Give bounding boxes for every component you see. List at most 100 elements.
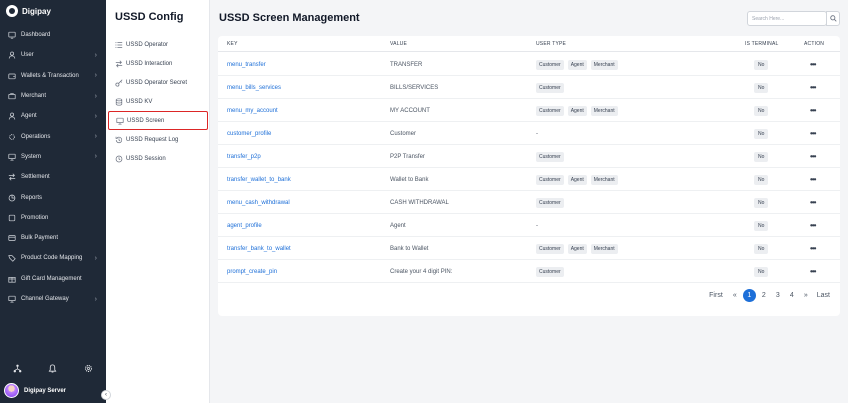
sidebar-item-wallets-transaction[interactable]: Wallets & Transaction ›	[0, 66, 106, 86]
subnav-item-ussd-operator[interactable]: USSD Operator	[108, 35, 208, 54]
user-name: Digipay Server	[24, 387, 67, 394]
bell-icon[interactable]	[48, 363, 57, 375]
subnav-item-label: USSD Session	[126, 155, 166, 162]
sidebar-item-merchant[interactable]: Merchant ›	[0, 86, 106, 106]
sidebar-item-reports[interactable]: Reports	[0, 187, 106, 207]
key-link[interactable]: agent_profile	[227, 214, 262, 237]
subnav-item-ussd-request-log[interactable]: USSD Request Log	[108, 130, 208, 149]
key-icon	[115, 79, 123, 87]
table-row[interactable]: transfer_wallet_to_bank Wallet to Bank Cus…	[218, 168, 840, 191]
pagination-page[interactable]: 2	[758, 289, 770, 302]
more-actions-icon[interactable]: •••	[810, 76, 816, 99]
sidebar-item-gift-card-management[interactable]: Gift Card Management	[0, 269, 106, 289]
subnav-item-ussd-kv[interactable]: USSD KV	[108, 92, 208, 111]
column-header-value[interactable]: VALUE	[390, 41, 407, 47]
sidebar-item-bulk-payment[interactable]: Bulk Payment	[0, 228, 106, 248]
sidebar-item-product-code-mapping[interactable]: Product Code Mapping ›	[0, 248, 106, 268]
key-link[interactable]: transfer_p2p	[227, 145, 261, 168]
more-actions-icon[interactable]: •••	[810, 53, 816, 76]
user-type-cell: -	[536, 122, 538, 145]
search-button[interactable]	[826, 11, 840, 26]
sidebar-item-operations[interactable]: Operations ›	[0, 126, 106, 146]
sidebar-item-system[interactable]: System ›	[0, 147, 106, 167]
more-actions-icon[interactable]: •••	[810, 214, 816, 237]
is-terminal-badge: No	[754, 151, 769, 162]
user-type-badge: Agent	[567, 105, 587, 116]
chevron-right-icon: ›	[94, 254, 97, 262]
user-type-cell: Customer	[536, 191, 564, 214]
more-actions-icon[interactable]: •••	[810, 122, 816, 145]
brand-name: Digipay	[22, 6, 51, 16]
table-row[interactable]: menu_bills_services BILLS/SERVICES Custome…	[218, 76, 840, 99]
subnav-item-ussd-session[interactable]: USSD Session	[108, 149, 208, 168]
product-code-icon	[8, 254, 16, 263]
more-actions-icon[interactable]: •••	[810, 168, 816, 191]
more-actions-icon[interactable]: •••	[810, 237, 816, 260]
table-row[interactable]: menu_my_account MY ACCOUNT Customer Agent Me…	[218, 99, 840, 122]
pagination-page[interactable]: 3	[772, 289, 784, 302]
key-link[interactable]: customer_profile	[227, 122, 271, 145]
reports-icon	[8, 194, 16, 202]
pagination-next-icon[interactable]: »	[800, 289, 812, 302]
subnav-item-label: USSD KV	[126, 98, 153, 105]
more-actions-icon[interactable]: •••	[810, 260, 816, 283]
operations-icon	[8, 133, 16, 141]
sidebar-item-dashboard[interactable]: Dashboard	[0, 25, 106, 45]
pagination-last[interactable]: Last	[817, 289, 830, 302]
pagination-prev-icon[interactable]: «	[729, 289, 741, 302]
chevron-right-icon: ›	[94, 295, 97, 303]
subnav-item-label: USSD Interaction	[126, 60, 173, 67]
table-row[interactable]: transfer_bank_to_wallet Bank to Wallet Cus…	[218, 237, 840, 260]
table-row[interactable]: menu_transfer TRANSFER Customer Agent Mercha…	[218, 53, 840, 76]
is-terminal-cell: No	[754, 76, 769, 99]
more-actions-icon[interactable]: •••	[810, 99, 816, 122]
key-link[interactable]: menu_cash_withdrawal	[227, 191, 290, 214]
avatar	[4, 383, 19, 398]
table-row[interactable]: menu_cash_withdrawal CASH WITHDRAWAL Custo…	[218, 191, 840, 214]
key-link[interactable]: menu_bills_services	[227, 76, 281, 99]
search-input[interactable]	[747, 11, 827, 26]
column-header-user-type[interactable]: USER TYPE	[536, 41, 566, 47]
wallet-icon	[8, 72, 16, 80]
subnav-item-ussd-operator-secret[interactable]: USSD Operator Secret	[108, 73, 208, 92]
sidebar-item-settlement[interactable]: Settlement	[0, 167, 106, 187]
subnav-item-ussd-screen[interactable]: USSD Screen	[108, 111, 208, 130]
key-link[interactable]: transfer_wallet_to_bank	[227, 168, 291, 191]
sidebar-item-label: Promotion	[21, 214, 49, 221]
sidebar-item-agent[interactable]: Agent ›	[0, 106, 106, 126]
network-icon[interactable]	[13, 364, 22, 375]
page-title: USSD Screen Management	[219, 12, 360, 24]
table-row[interactable]: transfer_p2p P2P Transfer Customer No •••	[218, 145, 840, 168]
table-row[interactable]: customer_profile Customer - No •••	[218, 122, 840, 145]
pagination-page[interactable]: 1	[742, 289, 756, 302]
collapse-sidebar-button[interactable]: ‹	[101, 390, 111, 400]
subnav-item-label: USSD Screen	[127, 117, 165, 124]
gear-icon[interactable]	[84, 364, 93, 375]
table-header: KEY VALUE USER TYPE IS TERMINAL ACTION	[218, 36, 840, 52]
more-actions-icon[interactable]: •••	[810, 191, 816, 214]
user-profile[interactable]: Digipay Server	[4, 383, 66, 398]
key-link[interactable]: menu_transfer	[227, 53, 266, 76]
key-link[interactable]: menu_my_account	[227, 99, 278, 122]
table-row[interactable]: agent_profile Agent - No •••	[218, 214, 840, 237]
is-terminal-badge: No	[754, 243, 769, 254]
sidebar-item-promotion[interactable]: Promotion	[0, 208, 106, 228]
column-header-action: ACTION	[804, 40, 825, 47]
pagination-page[interactable]: 4	[786, 289, 798, 302]
key-link[interactable]: prompt_create_pin	[227, 260, 277, 283]
user-type-cell: Customer Agent Merchant	[536, 99, 618, 122]
subnav-item-ussd-interaction[interactable]: USSD Interaction	[108, 54, 208, 73]
brand[interactable]: Digipay	[6, 5, 51, 17]
subpanel-title: USSD Config	[115, 11, 184, 23]
sidebar-item-channel-gateway[interactable]: Channel Gateway ›	[0, 289, 106, 309]
column-header-key[interactable]: KEY	[227, 41, 238, 47]
column-header-is-terminal[interactable]: IS TERMINAL	[745, 41, 779, 47]
user-type-badge: Agent	[567, 174, 587, 185]
is-terminal-badge: No	[754, 220, 769, 231]
table-row[interactable]: prompt_create_pin Create your 4 digit PIN…	[218, 260, 840, 283]
pagination-first[interactable]: First	[709, 289, 723, 302]
key-link[interactable]: transfer_bank_to_wallet	[227, 237, 291, 260]
sidebar-item-user[interactable]: User ›	[0, 45, 106, 65]
value-cell: MY ACCOUNT	[390, 107, 430, 114]
more-actions-icon[interactable]: •••	[810, 145, 816, 168]
